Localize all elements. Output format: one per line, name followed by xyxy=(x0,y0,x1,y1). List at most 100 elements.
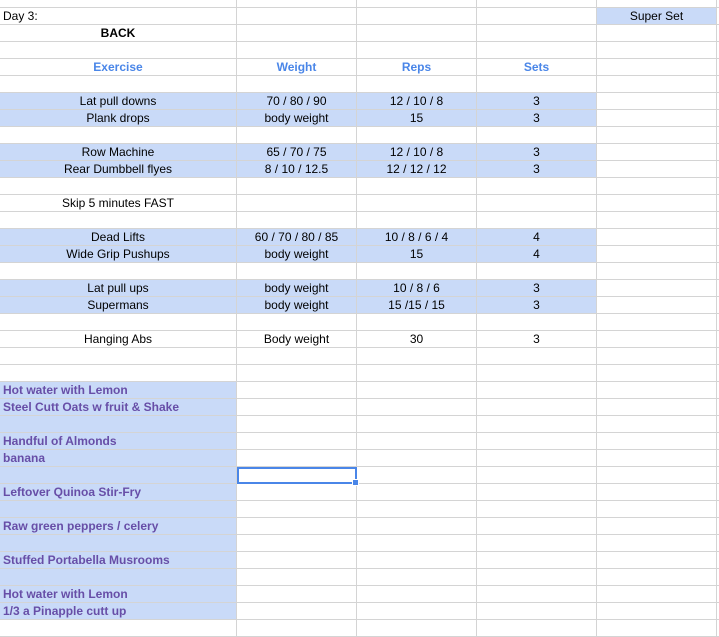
cell-empty[interactable] xyxy=(237,586,357,603)
cell-empty[interactable] xyxy=(477,535,597,552)
cell-empty[interactable] xyxy=(237,178,357,195)
cell-empty[interactable] xyxy=(597,552,717,569)
cell-empty[interactable] xyxy=(357,518,477,535)
cell-empty[interactable] xyxy=(597,297,717,314)
cell-empty[interactable] xyxy=(237,25,357,42)
exercise-name-cell[interactable]: Skip 5 minutes FAST xyxy=(0,195,237,212)
cell-empty[interactable] xyxy=(357,178,477,195)
cell-empty[interactable] xyxy=(597,246,717,263)
cell-empty[interactable] xyxy=(357,314,477,331)
workout-title-cell[interactable]: BACK xyxy=(0,25,237,42)
cell-empty[interactable] xyxy=(357,42,477,59)
exercise-reps-cell[interactable]: 12 / 10 / 8 xyxy=(357,144,477,161)
cell-empty[interactable] xyxy=(357,8,477,25)
cell-empty[interactable] xyxy=(237,603,357,620)
cell-empty[interactable] xyxy=(477,620,597,637)
cell-empty[interactable] xyxy=(477,484,597,501)
exercise-name-cell[interactable]: Hanging Abs xyxy=(0,331,237,348)
cell-empty[interactable] xyxy=(597,144,717,161)
cell-empty[interactable] xyxy=(477,365,597,382)
cell-empty[interactable] xyxy=(0,263,237,280)
cell-empty[interactable] xyxy=(597,76,717,93)
meal-item-cell[interactable]: Handful of Almonds xyxy=(0,433,237,450)
cell-empty[interactable] xyxy=(357,25,477,42)
fill-handle[interactable] xyxy=(352,479,359,486)
cell-empty[interactable] xyxy=(237,416,357,433)
cell-empty[interactable] xyxy=(357,382,477,399)
cell-empty[interactable] xyxy=(237,433,357,450)
exercise-weight-cell[interactable]: body weight xyxy=(237,297,357,314)
cell-empty[interactable] xyxy=(237,263,357,280)
exercise-name-cell[interactable]: Wide Grip Pushups xyxy=(0,246,237,263)
cell-empty[interactable] xyxy=(357,535,477,552)
cell-empty[interactable] xyxy=(0,620,237,637)
cell-empty[interactable] xyxy=(597,603,717,620)
meal-item-cell[interactable]: Raw green peppers / celery xyxy=(0,518,237,535)
meal-item-cell[interactable] xyxy=(0,535,237,552)
cell-empty[interactable] xyxy=(0,0,237,8)
cell-empty[interactable] xyxy=(0,127,237,144)
cell-empty[interactable] xyxy=(237,314,357,331)
cell-empty[interactable] xyxy=(357,0,477,8)
cell-empty[interactable] xyxy=(597,280,717,297)
exercise-weight-cell[interactable]: 8 / 10 / 12.5 xyxy=(237,161,357,178)
cell-empty[interactable] xyxy=(597,569,717,586)
column-header-weight[interactable]: Weight xyxy=(237,59,357,76)
cell-empty[interactable] xyxy=(597,484,717,501)
cell-empty[interactable] xyxy=(597,416,717,433)
cell-empty[interactable] xyxy=(597,42,717,59)
cell-empty[interactable] xyxy=(357,127,477,144)
cell-empty[interactable] xyxy=(357,76,477,93)
cell-empty[interactable] xyxy=(477,501,597,518)
exercise-reps-cell[interactable]: 15 xyxy=(357,246,477,263)
cell-empty[interactable] xyxy=(477,127,597,144)
cell-empty[interactable] xyxy=(357,433,477,450)
cell-empty[interactable] xyxy=(0,365,237,382)
cell-empty[interactable] xyxy=(597,535,717,552)
cell-empty[interactable] xyxy=(237,382,357,399)
exercise-reps-cell[interactable]: 10 / 8 / 6 / 4 xyxy=(357,229,477,246)
exercise-weight-cell[interactable]: 65 / 70 / 75 xyxy=(237,144,357,161)
cell-empty[interactable] xyxy=(597,314,717,331)
cell-empty[interactable] xyxy=(357,586,477,603)
cell-empty[interactable] xyxy=(0,314,237,331)
exercise-sets-cell[interactable]: 3 xyxy=(477,161,597,178)
cell-empty[interactable] xyxy=(477,552,597,569)
cell-empty[interactable] xyxy=(597,195,717,212)
meal-item-cell[interactable]: Leftover Quinoa Stir-Fry xyxy=(0,484,237,501)
cell-empty[interactable] xyxy=(0,212,237,229)
exercise-weight-cell[interactable]: 70 / 80 / 90 xyxy=(237,93,357,110)
cell-empty[interactable] xyxy=(597,331,717,348)
cell-empty[interactable] xyxy=(0,42,237,59)
exercise-sets-cell[interactable]: 3 xyxy=(477,331,597,348)
cell-empty[interactable] xyxy=(477,25,597,42)
cell-empty[interactable] xyxy=(477,586,597,603)
cell-empty[interactable] xyxy=(0,178,237,195)
cell-empty[interactable] xyxy=(237,365,357,382)
cell-empty[interactable] xyxy=(237,76,357,93)
cell-empty[interactable] xyxy=(597,518,717,535)
cell-empty[interactable] xyxy=(237,552,357,569)
cell-empty[interactable] xyxy=(357,603,477,620)
cell-empty[interactable] xyxy=(597,450,717,467)
cell-empty[interactable] xyxy=(597,467,717,484)
cell-empty[interactable] xyxy=(597,399,717,416)
cell-empty[interactable] xyxy=(597,59,717,76)
meal-item-cell[interactable]: Hot water with Lemon xyxy=(0,382,237,399)
exercise-reps-cell[interactable]: 10 / 8 / 6 xyxy=(357,280,477,297)
cell-empty[interactable] xyxy=(237,0,357,8)
exercise-weight-cell[interactable]: 60 / 70 / 80 / 85 xyxy=(237,229,357,246)
meal-item-cell[interactable]: Hot water with Lemon xyxy=(0,586,237,603)
cell-empty[interactable] xyxy=(597,0,717,8)
exercise-reps-cell[interactable]: 30 xyxy=(357,331,477,348)
cell-empty[interactable] xyxy=(237,501,357,518)
cell-empty[interactable] xyxy=(477,178,597,195)
cell-empty[interactable] xyxy=(477,212,597,229)
cell-empty[interactable] xyxy=(357,620,477,637)
cell-empty[interactable] xyxy=(477,76,597,93)
meal-item-cell[interactable]: 1/3 a Pinapple cutt up xyxy=(0,603,237,620)
cell-empty[interactable] xyxy=(597,110,717,127)
superset-label-cell[interactable]: Super Set xyxy=(597,8,717,25)
cell-empty[interactable] xyxy=(597,620,717,637)
cell-empty[interactable] xyxy=(597,229,717,246)
